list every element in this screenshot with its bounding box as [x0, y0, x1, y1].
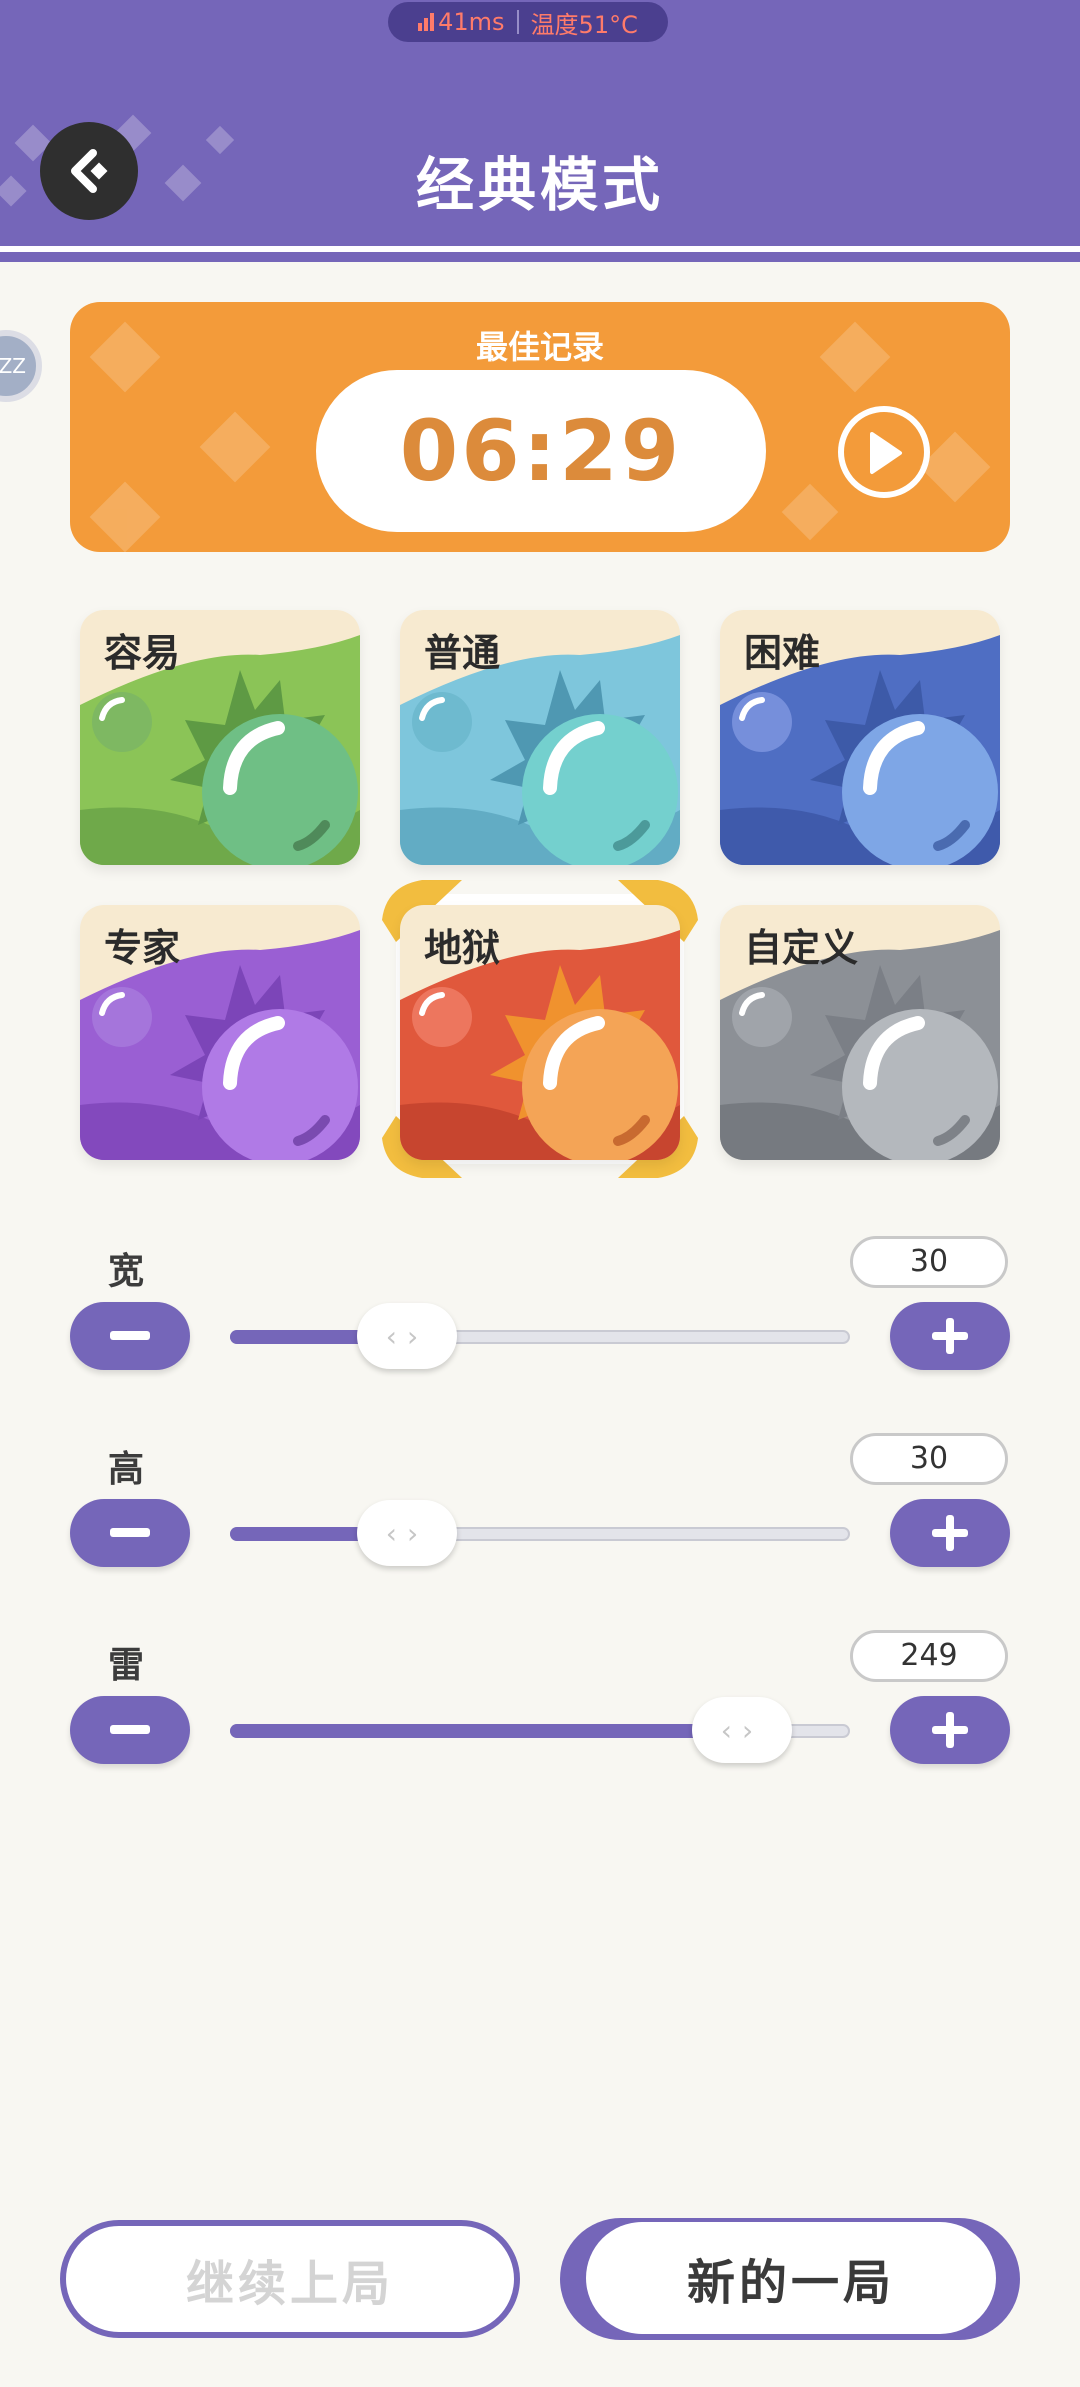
mines-slider-fill — [230, 1724, 714, 1738]
difficulty-label: 容易 — [104, 631, 181, 675]
header-divider-bottom — [0, 252, 1080, 262]
difficulty-label: 困难 — [744, 631, 821, 675]
temperature-text: 温度51°C — [530, 10, 638, 39]
continue-game-button[interactable]: 继续上局 — [60, 2220, 520, 2338]
status-separator — [516, 10, 519, 34]
new-game-button[interactable]: 新的一局 — [586, 2222, 996, 2334]
height-slider-handle[interactable]: ‹› — [357, 1500, 457, 1566]
height-value: 30 — [850, 1433, 1008, 1485]
height-decrease-button[interactable] — [70, 1499, 190, 1567]
width-increase-button[interactable] — [890, 1302, 1010, 1370]
difficulty-label: 普通 — [424, 631, 501, 675]
mines-label: 雷 — [108, 1645, 145, 1686]
difficulty-tile-expert[interactable]: 专家 — [80, 905, 360, 1160]
mines-decrease-button[interactable] — [70, 1696, 190, 1764]
difficulty-tile-custom[interactable]: 自定义 — [720, 905, 1000, 1160]
height-increase-button[interactable] — [890, 1499, 1010, 1567]
plus-icon — [932, 1318, 968, 1354]
drag-arrows-icon: ‹› — [385, 1516, 429, 1550]
floating-assistant-bubble[interactable]: ZZ — [0, 330, 42, 402]
difficulty-tile-hell[interactable]: 地狱 — [400, 905, 680, 1160]
difficulty-label: 自定义 — [744, 926, 859, 970]
minus-icon — [110, 1725, 150, 1734]
width-label: 宽 — [108, 1251, 145, 1292]
best-record-time-box: 06:29 — [316, 370, 766, 532]
drag-arrows-icon: ‹› — [385, 1319, 429, 1353]
minus-icon — [110, 1331, 150, 1340]
plus-icon — [932, 1515, 968, 1551]
width-value: 30 — [850, 1236, 1008, 1288]
signal-icon — [418, 13, 435, 31]
difficulty-tile-normal[interactable]: 普通 — [400, 610, 680, 865]
drag-arrows-icon: ‹› — [720, 1713, 764, 1747]
status-pill: 41ms 温度51°C — [388, 2, 668, 42]
play-icon — [870, 432, 902, 474]
plus-icon — [932, 1712, 968, 1748]
difficulty-tile-hard[interactable]: 困难 — [720, 610, 1000, 865]
mines-value: 249 — [850, 1630, 1008, 1682]
mines-slider-handle[interactable]: ‹› — [692, 1697, 792, 1763]
minus-icon — [110, 1528, 150, 1537]
difficulty-label: 地狱 — [424, 926, 501, 970]
width-decrease-button[interactable] — [70, 1302, 190, 1370]
best-record-title: 最佳记录 — [475, 328, 604, 366]
best-record-time: 06:29 — [399, 402, 683, 500]
page-title: 经典模式 — [415, 151, 664, 219]
width-slider-handle[interactable]: ‹› — [357, 1303, 457, 1369]
difficulty-label: 专家 — [104, 926, 181, 970]
mines-increase-button[interactable] — [890, 1696, 1010, 1764]
height-label: 高 — [108, 1449, 145, 1490]
best-record-card: 最佳记录 06:29 — [70, 302, 1010, 552]
latency-text: 41ms — [438, 8, 505, 36]
replay-button[interactable] — [838, 406, 930, 498]
difficulty-tile-easy[interactable]: 容易 — [80, 610, 360, 865]
